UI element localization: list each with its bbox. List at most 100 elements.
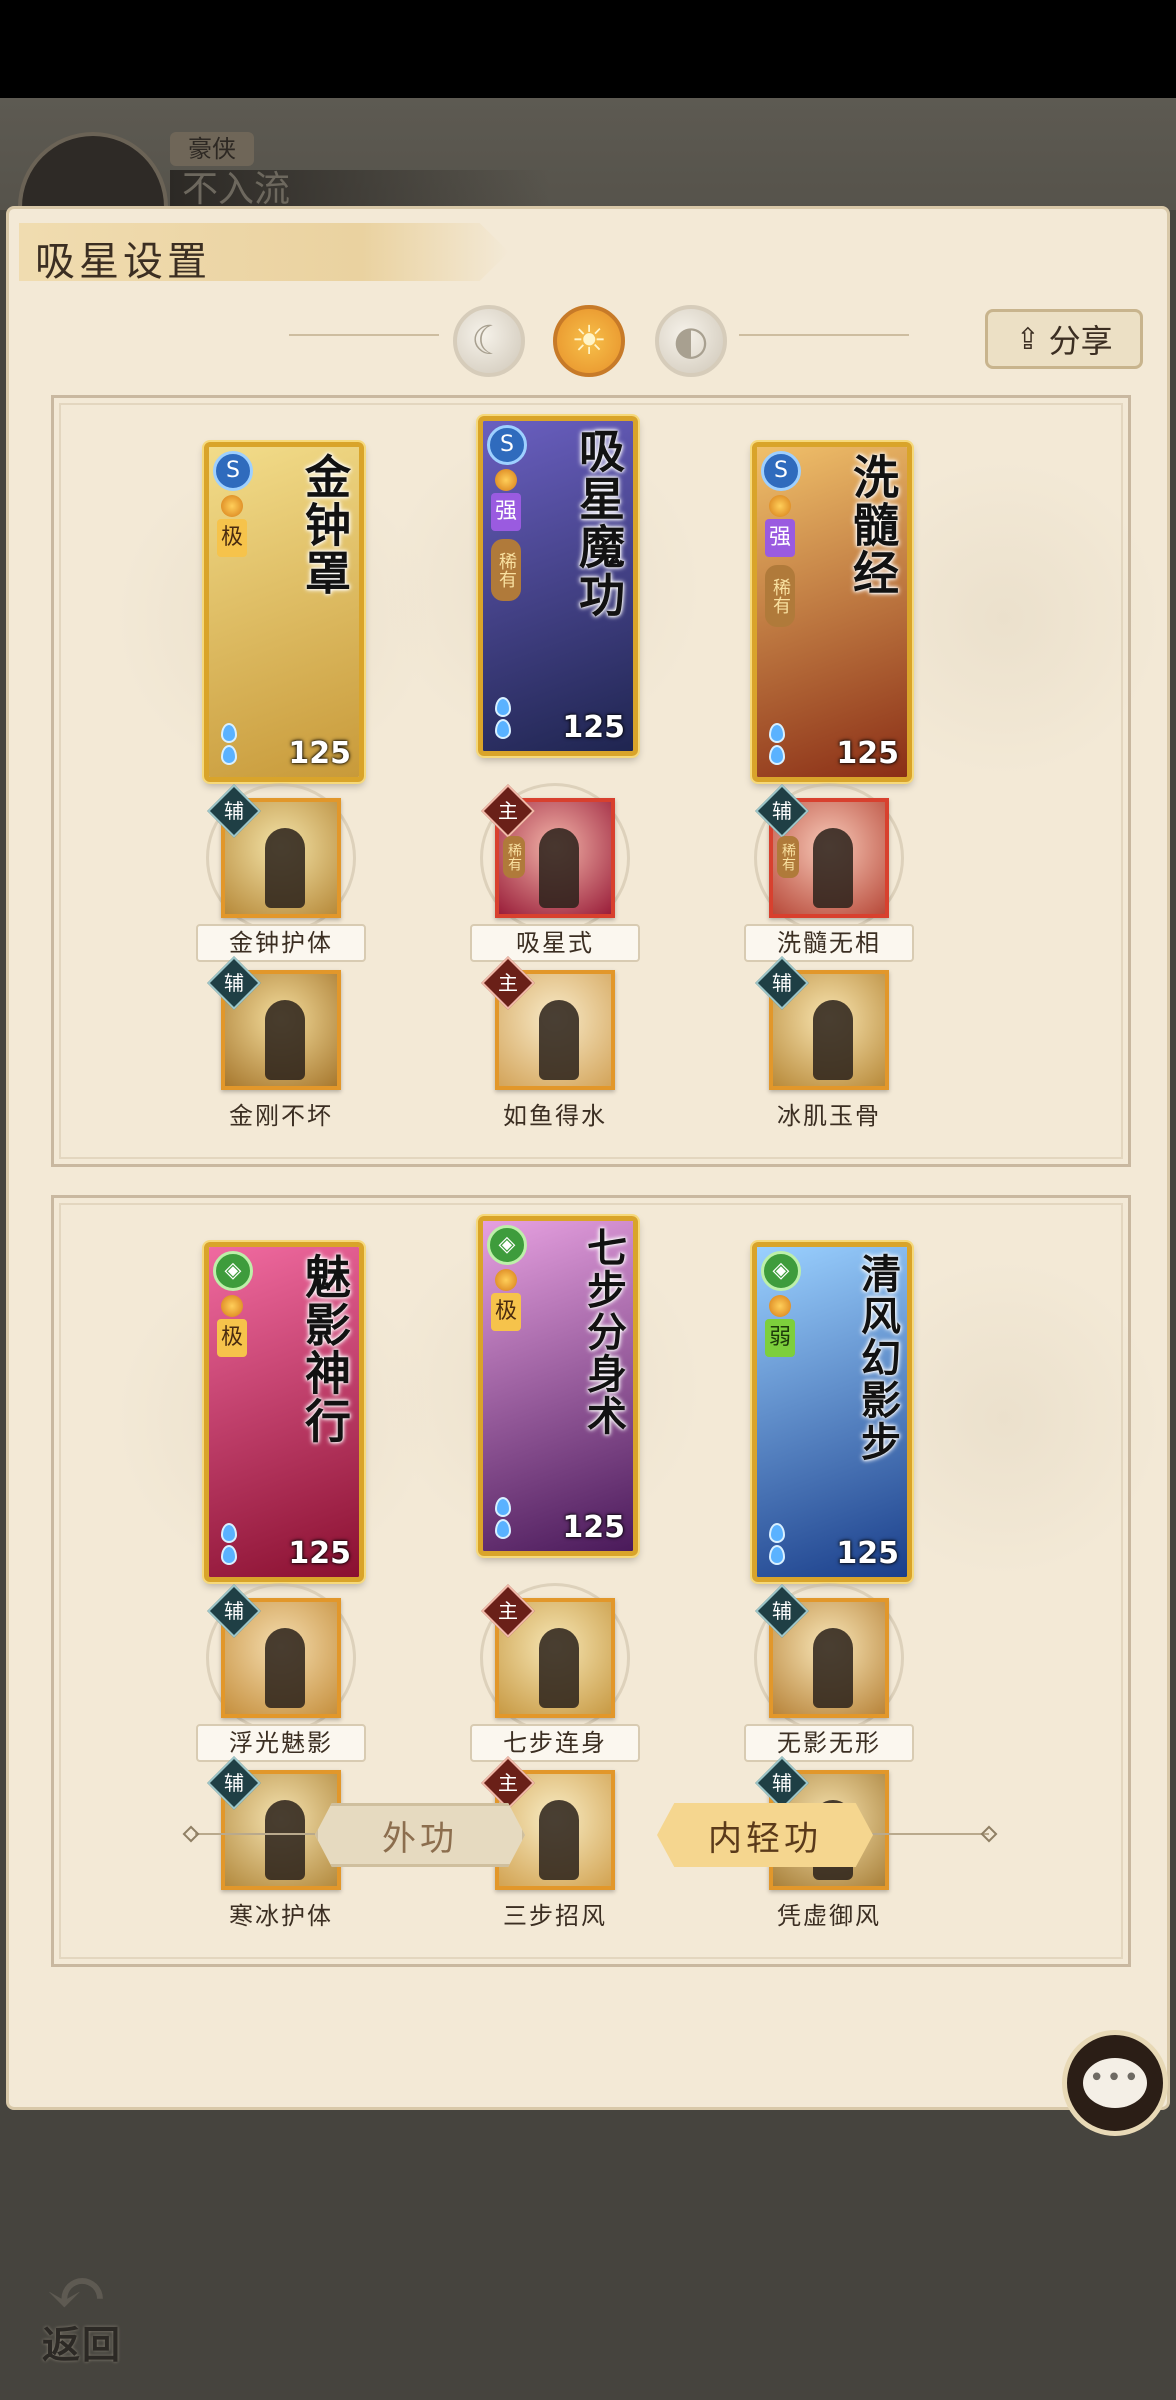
figure-silhouette-icon	[539, 1800, 579, 1880]
back-button[interactable]: ↶ 返回	[36, 2250, 156, 2367]
skill-name: 金刚不坏	[229, 1102, 333, 1130]
background-player-name: 不入流	[170, 170, 550, 210]
skill-name: 如鱼得水	[503, 1102, 607, 1130]
card-name: 吸星魔功	[572, 427, 626, 619]
skill-name: 凭虚御风	[777, 1902, 881, 1930]
skill-role-label: 主	[498, 1599, 518, 1623]
water-element-icon: S	[487, 425, 527, 465]
card-name: 清风幻影步	[854, 1253, 901, 1463]
tab-neiqinggong[interactable]: 内轻功	[657, 1803, 873, 1867]
skill-role-label: 辅	[224, 971, 244, 995]
skill-set-section-2: ◈ 极魅影神行 125 ◈ 极七步分身术 125 ◈ 弱清风幻影步 125 辅浮光魅影主七步连身辅…	[51, 1195, 1164, 1967]
card-level: 125	[836, 736, 899, 771]
martial-art-card[interactable]: ◈ 极 魅影神行 125	[204, 1242, 364, 1582]
figure-silhouette-icon	[265, 1628, 305, 1708]
card-name: 金钟罩	[298, 453, 352, 597]
divider-left	[289, 334, 439, 336]
skill-role-label: 辅	[224, 1599, 244, 1623]
drop-icon	[221, 1523, 237, 1543]
tab-label: 内轻功	[708, 1818, 822, 1859]
skill-icon[interactable]: 辅	[207, 956, 341, 1090]
card-tier-badge: 极	[491, 1293, 521, 1331]
skill-icon[interactable]: 主	[481, 956, 615, 1090]
card-level: 125	[562, 710, 625, 745]
martial-art-card[interactable]: S 强稀有 洗髓经 125	[752, 442, 912, 782]
skill-name: 冰肌玉骨	[777, 1102, 881, 1130]
skill-role-label: 辅	[224, 799, 244, 823]
skill-icon[interactable]: 辅	[207, 1584, 341, 1718]
figure-silhouette-icon	[813, 1000, 853, 1080]
energy-drops	[769, 1521, 791, 1565]
card-rarity-tag: 稀有	[765, 565, 795, 627]
sun-icon: ☀	[571, 318, 607, 364]
drop-icon	[221, 745, 237, 765]
skill-name: 七步连身	[470, 1724, 640, 1762]
tab-label: 外功	[382, 1818, 458, 1859]
drop-icon	[769, 723, 785, 743]
mode-toggle-3[interactable]: ◐	[655, 305, 727, 377]
energy-drops	[221, 1521, 243, 1565]
card-rarity-tag: 稀有	[491, 539, 521, 601]
energy-drops	[221, 721, 243, 765]
skill-name: 浮光魅影	[196, 1724, 366, 1762]
skill-name: 吸星式	[470, 924, 640, 962]
wind-element-icon: ◈	[213, 1251, 253, 1291]
skill-icon[interactable]: 辅	[755, 956, 889, 1090]
skill-role-label: 辅	[772, 1771, 792, 1795]
skill-icon[interactable]: 辅稀有	[755, 784, 889, 918]
skill-role-label: 辅	[772, 971, 792, 995]
martial-art-card[interactable]: ◈ 极 七步分身术 125	[478, 1216, 638, 1556]
card-name: 洗髓经	[846, 453, 900, 597]
status-bar	[0, 0, 1176, 98]
skill-set-section-1: S 极金钟罩 125 S 强稀有 吸星魔功 125 S 强稀有 洗髓经 125 辅金钟护体主稀有 吸星式…	[51, 395, 1164, 1167]
card-tier-badge: 极	[217, 1319, 247, 1357]
tab-waigong[interactable]: 外功	[315, 1803, 525, 1867]
skill-role-label: 辅	[224, 1771, 244, 1795]
energy-drops	[769, 721, 791, 765]
xixing-settings-panel: 吸星设置 ☾ ☀ ◐ ⇪ 分享 S 极金钟罩 125 S 强稀有 吸星魔功 125 S 强稀有 洗髓经…	[6, 206, 1170, 2110]
skill-name: 金钟护体	[196, 924, 366, 962]
figure-silhouette-icon	[265, 828, 305, 908]
mode-toggle-1[interactable]: ☾	[453, 305, 525, 377]
martial-art-card[interactable]: ◈ 弱 清风幻影步 125	[752, 1242, 912, 1582]
skill-icon[interactable]: 主	[481, 1584, 615, 1718]
skill-icon[interactable]: 辅	[207, 784, 341, 918]
wind-element-icon: ◈	[761, 1251, 801, 1291]
share-label: 分享	[1048, 322, 1113, 360]
skill-role-label: 主	[498, 971, 518, 995]
background-rank-label: 豪侠	[170, 132, 254, 166]
figure-silhouette-icon	[539, 1628, 579, 1708]
skill-rarity-tag: 稀有	[777, 836, 799, 878]
skill-icon[interactable]: 辅	[755, 1584, 889, 1718]
card-tier-badge: 弱	[765, 1319, 795, 1357]
skill-role-label: 主	[498, 799, 518, 823]
martial-art-card[interactable]: S 强稀有 吸星魔功 125	[478, 416, 638, 756]
drop-icon	[495, 697, 511, 717]
chat-bubble-icon: •••	[1083, 2058, 1147, 2108]
drop-icon	[769, 745, 785, 765]
chat-button[interactable]: •••	[1062, 2030, 1168, 2136]
figure-silhouette-icon	[813, 828, 853, 908]
skill-rarity-tag: 稀有	[503, 836, 525, 878]
sun-icon	[221, 1295, 243, 1317]
card-level: 125	[288, 736, 351, 771]
skill-icon[interactable]: 主稀有	[481, 784, 615, 918]
card-name: 七步分身术	[580, 1227, 627, 1437]
skill-name: 三步招风	[503, 1902, 607, 1930]
divider-right	[739, 334, 909, 336]
bottom-divider-left	[195, 1833, 315, 1835]
skill-role-label: 辅	[772, 1599, 792, 1623]
figure-silhouette-icon	[539, 1000, 579, 1080]
eclipse-icon: ◐	[673, 318, 709, 364]
drop-icon	[495, 1497, 511, 1517]
sun-icon	[495, 469, 517, 491]
share-button[interactable]: ⇪ 分享	[985, 309, 1143, 369]
mode-toggle-2[interactable]: ☀	[553, 305, 625, 377]
drop-icon	[221, 723, 237, 743]
skill-role-label: 辅	[772, 799, 792, 823]
drop-icon	[769, 1523, 785, 1543]
martial-art-card[interactable]: S 极 金钟罩 125	[204, 442, 364, 782]
card-level: 125	[288, 1536, 351, 1571]
card-tier-badge: 强	[765, 519, 795, 557]
energy-drops	[495, 1495, 517, 1539]
